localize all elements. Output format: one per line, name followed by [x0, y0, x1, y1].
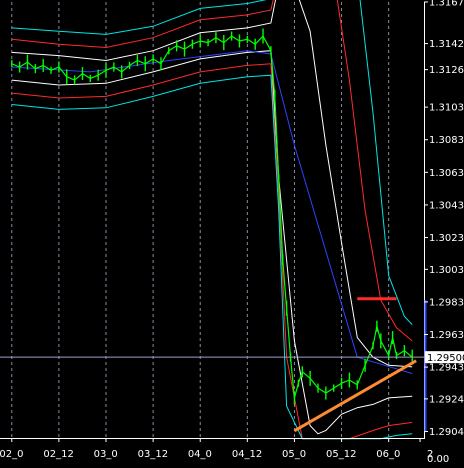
current-price-tag-label: 1.29500: [427, 353, 464, 364]
time-tick-label: 03_12: [138, 449, 168, 460]
time-tick-label: 05_12: [326, 449, 356, 460]
price-tick-label: 1.29839: [429, 297, 464, 308]
time-tick-label: 02_12: [43, 449, 73, 460]
time-tick-label: 04_12: [232, 449, 262, 460]
price-tick-label: 1.29244: [429, 394, 464, 405]
price-tick-label: 1.30039: [429, 265, 464, 276]
chart-canvas[interactable]: 1.31679 1.31424 1.31264 1.31034 1.30834 1.306…: [0, 0, 464, 465]
time-axis-extra-label: 0.00: [427, 454, 449, 464]
price-tick-label: 1.30234: [429, 233, 464, 244]
price-tick-label: 1.30434: [429, 200, 464, 211]
price-tick-label: 1.30634: [429, 168, 464, 179]
price-tick-label: 1.29439: [429, 363, 464, 374]
price-tick-label: 1.29044: [429, 427, 464, 438]
price-chart[interactable]: 1.31679 1.31424 1.31264 1.31034 1.30834 1.306…: [0, 0, 464, 465]
price-tick-label: 1.31034: [429, 103, 464, 114]
chart-background: [0, 0, 464, 464]
time-tick-label: 04_0: [188, 449, 212, 460]
time-tick-label: 02_0: [0, 449, 23, 460]
price-tick-label: 1.31264: [429, 65, 464, 76]
price-tick-label: 1.30834: [429, 135, 464, 146]
price-tick-label: 1.31679: [429, 0, 464, 9]
time-tick-label: 06_0: [376, 449, 400, 460]
time-tick-label: 05_0: [282, 449, 306, 460]
time-tick-label: 03_0: [94, 449, 118, 460]
current-price-tag: 1.29500: [425, 351, 464, 364]
price-tick-label: 1.29639: [429, 330, 464, 341]
price-tick-label: 1.31424: [429, 39, 464, 50]
